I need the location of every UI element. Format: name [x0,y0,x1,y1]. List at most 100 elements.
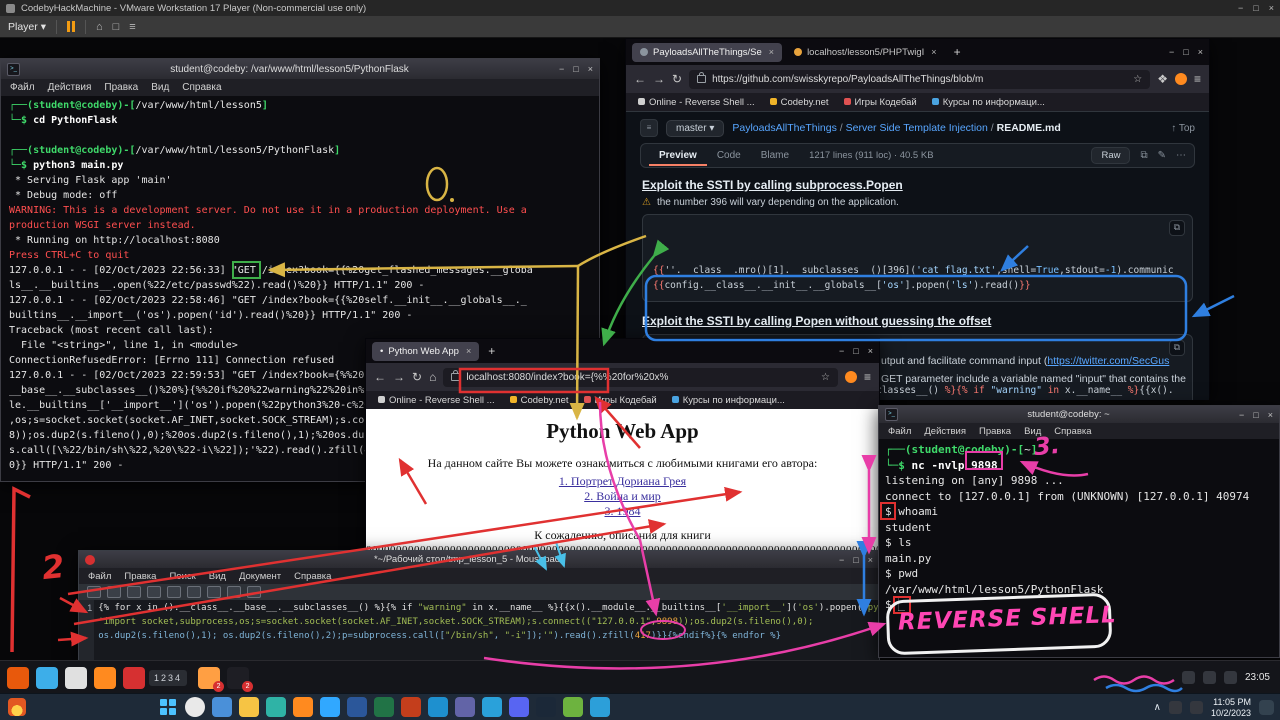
menu-item-правка[interactable]: Правка [979,426,1011,437]
vmware-close-button[interactable]: × [1269,3,1274,13]
copy-code-icon[interactable]: ⧉ [1169,220,1185,236]
vm-taskbar-icon-firefox[interactable] [94,667,116,689]
file-tab-code[interactable]: Code [707,147,751,166]
shield-icon[interactable]: ❖ [1157,72,1168,86]
menu-item-правка[interactable]: Правка [104,82,138,93]
taskbar-icon-photoshop[interactable] [320,697,340,717]
minimize-button[interactable]: − [1169,47,1174,57]
maximize-button[interactable]: □ [1183,47,1188,57]
undo-icon[interactable] [147,586,161,598]
taskbar-icon-discord[interactable] [509,697,529,717]
close-button[interactable]: × [868,346,873,356]
reload-button[interactable]: ↻ [672,72,682,86]
tab-localhost-phptwig[interactable]: localhost/lesson5/PHPTwigI × [786,43,945,62]
taskbar-icon-steam[interactable] [536,697,556,717]
bookmark-star-icon[interactable]: ☆ [1133,74,1142,85]
taskbar-icon-start[interactable] [158,697,178,717]
extension-icon[interactable] [845,371,857,383]
tab-python-web-app[interactable]: • Python Web App × [372,342,479,361]
minimize-button[interactable]: − [839,346,844,356]
new-tab-button[interactable]: + [483,344,500,358]
url-bar[interactable]: https://github.com/swisskyrepo/PayloadsA… [689,70,1150,89]
taskbar-icon-firefox[interactable] [293,697,313,717]
branch-selector[interactable]: master ▾ [666,120,724,137]
notifications-icon[interactable] [1224,671,1237,684]
taskbar-icon-vmware[interactable] [563,697,583,717]
raw-button[interactable]: Raw [1091,147,1130,164]
taskbar-icon-widgets[interactable] [212,697,232,717]
host-widget-icon[interactable] [8,698,26,716]
back-button[interactable]: ← [634,72,646,86]
menu-item-файл[interactable]: Файл [10,82,35,93]
vm-clock[interactable]: 23:05 [1245,672,1270,683]
forward-button[interactable]: → [653,72,665,86]
mousepad-titlebar[interactable]: *~/Рабочий стол/tmp_lesson_5 - Mousepad … [79,551,879,568]
taskbar-icon-vscode[interactable] [590,697,610,717]
close-button[interactable]: × [868,555,873,565]
bookmark-item[interactable]: Курсы по информаци... [672,395,785,406]
file-tab-preview[interactable]: Preview [649,147,707,166]
copy-file-icon[interactable]: ⧉ [1140,150,1147,161]
volume-icon[interactable] [1203,671,1216,684]
minimize-button[interactable]: − [1239,410,1244,420]
tab-close-icon[interactable]: × [931,47,936,57]
redo-icon[interactable] [167,586,181,598]
menu-item-справка[interactable]: Справка [294,571,331,582]
maximize-button[interactable]: □ [853,346,858,356]
menu-item-документ[interactable]: Документ [239,571,281,582]
bookmark-item[interactable]: Codeby.net [770,97,829,108]
search-icon[interactable] [247,586,261,598]
taskbar-icon-edge[interactable] [266,697,286,717]
bookmark-item[interactable]: Игры Кодебай [584,395,657,406]
tab-close-icon[interactable]: × [769,47,774,57]
more-options-icon[interactable]: ⋯ [1176,150,1186,161]
menu-item-файл[interactable]: Файл [88,571,111,582]
reload-button[interactable]: ↻ [412,370,422,384]
minimize-button[interactable]: − [559,64,564,74]
breadcrumb-item[interactable]: README.md [997,122,1061,134]
bookmark-item[interactable]: Online - Reverse Shell ... [378,395,495,406]
taskbar-icon-word[interactable] [347,697,367,717]
menu-icon[interactable]: ≡ [864,370,871,384]
taskbar-icon-excel[interactable] [374,697,394,717]
book-link[interactable]: 2. Война и мир [366,489,879,504]
vm-taskbar-icon-paw-app[interactable]: 2 [198,667,220,689]
vm-taskbar-icon-konsole[interactable]: 2 [227,667,249,689]
minimize-button[interactable]: − [839,555,844,565]
heading-popen-no-offset[interactable]: Exploit the SSTI by calling Popen withou… [642,314,1193,328]
fullscreen-icon[interactable]: □ [113,21,120,33]
menu-item-поиск[interactable]: Поиск [169,571,195,582]
maximize-button[interactable]: □ [573,64,578,74]
open-icon[interactable] [107,586,121,598]
book-link[interactable]: 3. 1984 [366,504,879,519]
book-link[interactable]: 1. Портрет Дориана Грея [366,474,879,489]
player-menu[interactable]: Player ▾ [8,21,46,33]
taskbar-icon-powerpoint[interactable] [401,697,421,717]
tray-chevron-icon[interactable]: ∧ [1154,702,1161,713]
bookmark-item[interactable]: Online - Reverse Shell ... [638,97,755,108]
sidebar-toggle-icon[interactable]: ≡ [640,119,658,137]
taskbar-icon-search[interactable] [185,697,205,717]
close-button[interactable]: × [588,64,593,74]
maximize-button[interactable]: □ [1253,410,1258,420]
volume-icon[interactable] [1190,701,1203,714]
menu-item-файл[interactable]: Файл [888,426,911,437]
breadcrumb-item[interactable]: PayloadsAllTheThings [732,122,836,134]
notification-center-icon[interactable] [1259,700,1274,715]
taskbar-icon-explorer[interactable] [239,697,259,717]
menu-item-справка[interactable]: Справка [1054,426,1091,437]
menu-item-вид[interactable]: Вид [209,571,226,582]
vmware-maximize-button[interactable]: □ [1253,3,1258,13]
home-button[interactable]: ⌂ [429,370,436,384]
forward-button[interactable]: → [393,370,405,384]
menu-item-справка[interactable]: Справка [182,82,221,93]
back-to-top-link[interactable]: ↑ Top [1171,123,1195,134]
menu-item-действия[interactable]: Действия [48,82,92,93]
copy-icon[interactable] [207,586,221,598]
vm-taskbar-icon-editor[interactable] [65,667,87,689]
breadcrumb-item[interactable]: Server Side Template Injection [846,122,988,134]
close-button[interactable]: × [1268,410,1273,420]
menu-icon[interactable]: ≡ [1194,72,1201,86]
new-icon[interactable] [87,586,101,598]
bookmark-item[interactable]: Игры Кодебай [844,97,917,108]
